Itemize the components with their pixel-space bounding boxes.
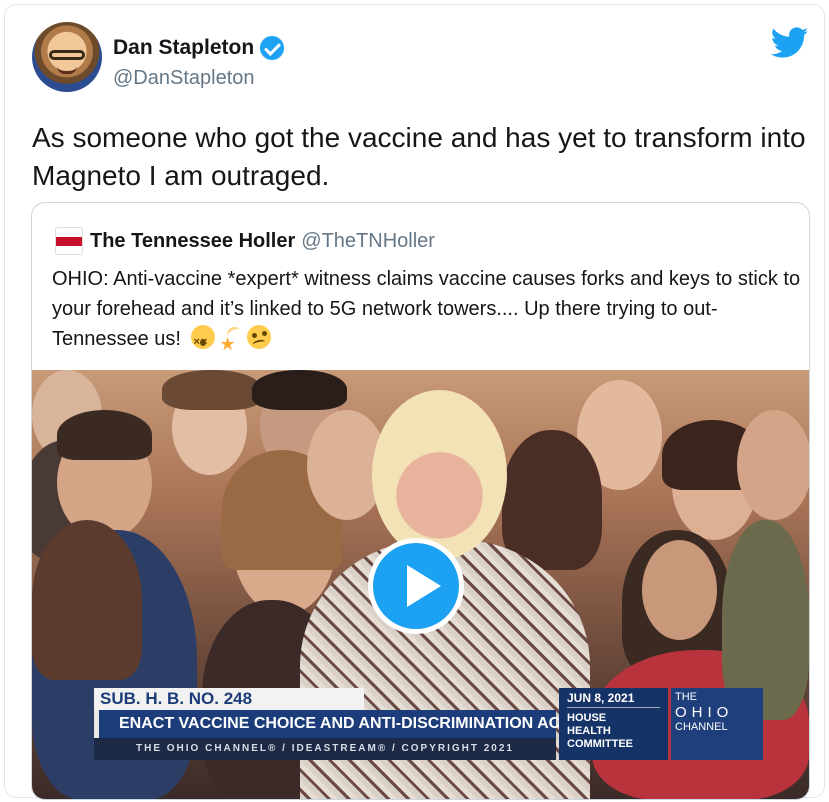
channel-ohio: OHIO — [675, 704, 734, 721]
author-name-text[interactable]: Dan Stapleton — [113, 36, 254, 60]
avatar-mouth — [57, 66, 77, 74]
video-act-title: ENACT VACCINE CHOICE AND ANTI-DISCRIMINA… — [94, 710, 570, 738]
video-date: JUN 8, 2021 — [567, 692, 660, 708]
quoted-author-name[interactable]: The Tennessee Holler — [90, 230, 295, 252]
video-committee-line: HEALTH — [567, 725, 611, 737]
author-handle[interactable]: @DanStapleton — [113, 67, 255, 90]
audience-member — [642, 540, 717, 640]
verified-badge-icon — [260, 36, 285, 60]
quoted-author[interactable]: The Tennessee Holler @TheTNHoller — [90, 230, 435, 253]
tweet-card: Dan Stapleton @DanStapleton As someone w… — [4, 4, 825, 800]
audience-member — [57, 410, 152, 460]
audience-member — [32, 520, 142, 680]
woozy-face-emoji-icon — [246, 325, 271, 349]
channel-the: THE — [675, 691, 697, 703]
video-committee-line: HOUSE — [567, 712, 607, 724]
audience-member — [162, 370, 262, 410]
audience-member — [502, 430, 602, 570]
tweet-text: As someone who got the vaccine and has y… — [32, 122, 806, 191]
dizzy-emoji-icon — [219, 325, 243, 359]
speaker-head — [372, 390, 507, 560]
quoted-author-avatar[interactable] — [55, 227, 83, 255]
dizzy-face-emoji-icon — [190, 325, 215, 357]
play-icon[interactable] — [368, 538, 464, 634]
video-bill-number: SUB. H. B. NO. 248 — [94, 688, 364, 710]
channel-name: CHANNEL — [675, 721, 728, 733]
quoted-tweet[interactable]: The Tennessee Holler @TheTNHoller OHIO: A… — [31, 202, 810, 800]
video-player[interactable]: SUB. H. B. NO. 248 ENACT VACCINE CHOICE … — [32, 370, 809, 799]
video-credit: THE OHIO CHANNEL® / IDEASTREAM® / COPYRI… — [94, 738, 556, 760]
audience-member — [737, 410, 809, 520]
avatar-glasses — [49, 50, 85, 60]
ohio-channel-logo: THE OHIO CHANNEL — [671, 688, 763, 760]
author-avatar[interactable] — [32, 22, 102, 92]
author-name[interactable]: Dan Stapleton — [113, 36, 285, 60]
audience-member — [252, 370, 347, 410]
video-committee-line: COMMITTEE — [567, 738, 633, 750]
quoted-tweet-text: OHIO: Anti-vaccine *expert* witness clai… — [52, 264, 802, 359]
quoted-author-handle[interactable]: @TheTNHoller — [301, 230, 435, 252]
quoted-text-body: OHIO: Anti-vaccine *expert* witness clai… — [52, 268, 801, 350]
video-date-box: JUN 8, 2021 HOUSE HEALTH COMMITTEE — [559, 688, 668, 760]
twitter-bird-icon[interactable] — [771, 27, 809, 59]
